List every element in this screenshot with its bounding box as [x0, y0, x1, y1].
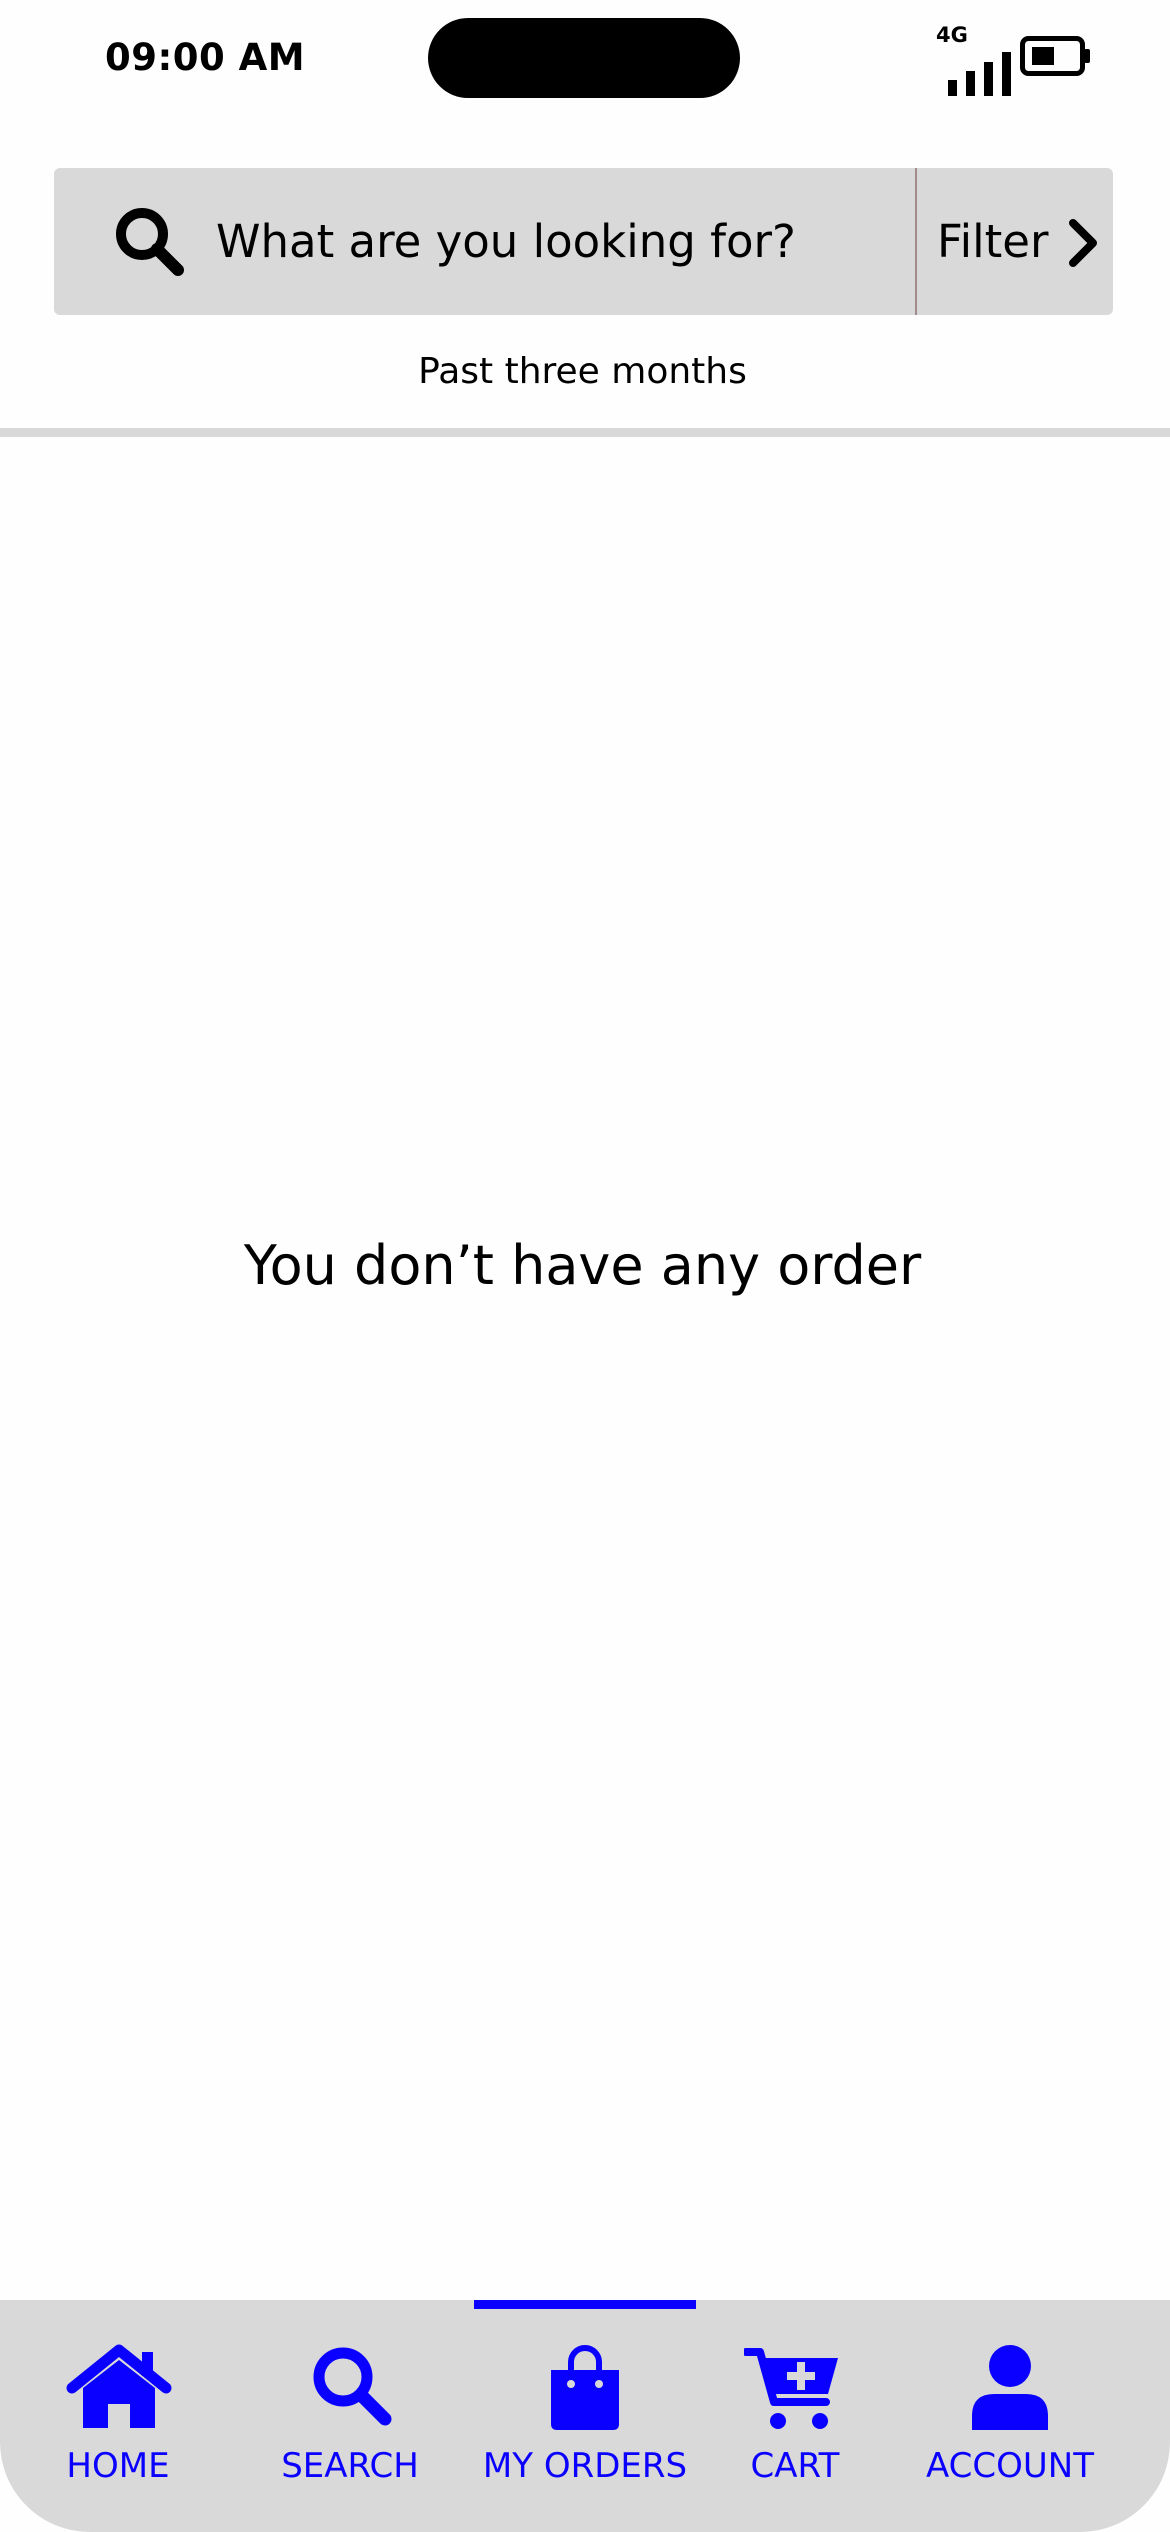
chevron-right-icon — [1069, 219, 1097, 267]
search-icon — [313, 2347, 392, 2426]
nav-label-account: ACCOUNT — [926, 2446, 1094, 2486]
empty-orders-message: You don’t have any order — [243, 1234, 922, 1297]
status-bar: 09:00 AM 4G — [0, 0, 1170, 110]
nav-label-search: SEARCH — [281, 2446, 419, 2486]
filter-label: Filter — [937, 215, 1049, 268]
nav-label-my-orders: MY ORDERS — [482, 2446, 688, 2486]
bottom-nav: HOME SEARCH MY ORDERS CART ACCOUNT — [0, 2300, 1170, 2532]
user-icon — [972, 2345, 1048, 2430]
status-time: 09:00 AM — [105, 36, 306, 79]
home-icon — [66, 2344, 172, 2428]
nav-item-my-orders[interactable]: MY ORDERS — [474, 2300, 696, 2532]
search-input[interactable] — [216, 168, 906, 315]
nav-item-search[interactable]: SEARCH — [268, 2300, 432, 2532]
nav-item-cart[interactable]: CART — [738, 2300, 852, 2532]
filter-button[interactable]: Filter — [917, 168, 1113, 315]
nav-item-account[interactable]: ACCOUNT — [920, 2300, 1100, 2532]
nav-item-home[interactable]: HOME — [40, 2300, 196, 2532]
dynamic-island — [428, 18, 740, 98]
battery-icon — [1020, 36, 1090, 76]
search-bar: Filter — [54, 168, 1113, 315]
period-filter-label[interactable]: Past three months — [0, 348, 1165, 396]
network-type-label: 4G — [936, 23, 968, 47]
nav-label-cart: CART — [750, 2446, 840, 2486]
cart-plus-icon — [744, 2348, 838, 2429]
shopping-bag-icon — [551, 2345, 619, 2430]
section-divider — [0, 428, 1170, 437]
nav-label-home: HOME — [66, 2446, 170, 2486]
signal-icon — [948, 52, 1011, 96]
search-icon[interactable] — [112, 204, 188, 280]
status-indicators: 4G — [930, 20, 1090, 96]
